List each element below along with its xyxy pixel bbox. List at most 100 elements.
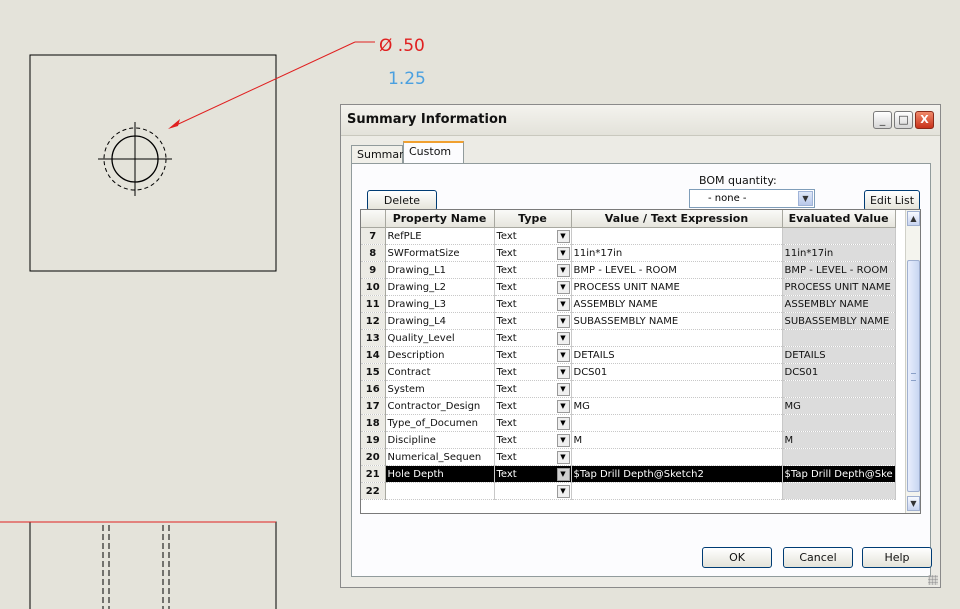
type-cell[interactable]: Text ▼ xyxy=(494,261,572,279)
property-name-cell[interactable]: Drawing_L3 xyxy=(385,295,495,313)
type-dropdown-arrow-icon[interactable]: ▼ xyxy=(556,264,570,277)
property-name-cell[interactable]: SWFormatSize xyxy=(385,244,495,262)
column-header-value[interactable]: Value / Text Expression xyxy=(571,210,783,228)
dialog-titlebar[interactable]: Summary Information _ □ X xyxy=(341,105,940,136)
type-dropdown-arrow-icon[interactable]: ▼ xyxy=(556,434,570,447)
table-row[interactable]: 13 Quality_Level Text ▼ xyxy=(361,329,896,347)
column-header-type[interactable]: Type xyxy=(494,210,572,228)
value-expression-cell[interactable]: 11in*17in xyxy=(571,244,783,262)
type-dropdown-arrow-icon[interactable]: ▼ xyxy=(556,298,570,311)
table-row[interactable]: 12 Drawing_L4 Text ▼ SUBASSEMBLY NAME SUBASSE… xyxy=(361,312,896,330)
property-name-cell[interactable]: Contractor_Design xyxy=(385,397,495,415)
ok-button[interactable]: OK xyxy=(702,547,772,568)
property-name-cell[interactable]: Hole Depth xyxy=(385,465,495,483)
depth-dimension[interactable]: 1.25 xyxy=(388,69,426,89)
type-dropdown-arrow-icon[interactable]: ▼ xyxy=(556,468,570,481)
type-dropdown-arrow-icon[interactable]: ▼ xyxy=(556,247,570,260)
scroll-down-arrow-icon[interactable]: ▼ xyxy=(907,496,920,511)
scroll-up-arrow-icon[interactable]: ▲ xyxy=(907,211,920,226)
type-dropdown-arrow-icon[interactable]: ▼ xyxy=(556,485,570,498)
property-name-cell[interactable]: System xyxy=(385,380,495,398)
property-name-cell[interactable]: Drawing_L1 xyxy=(385,261,495,279)
table-row[interactable]: 22 ▼ xyxy=(361,482,896,500)
table-row[interactable]: 21 Hole Depth Text ▼ $Tap Drill Depth@Sketch… xyxy=(361,465,896,483)
value-expression-cell[interactable] xyxy=(571,482,783,500)
property-name-cell[interactable]: Description xyxy=(385,346,495,364)
value-expression-cell[interactable]: ASSEMBLY NAME xyxy=(571,295,783,313)
value-expression-cell[interactable]: MG xyxy=(571,397,783,415)
table-row[interactable]: 9 Drawing_L1 Text ▼ BMP - LEVEL - ROOM BMP - … xyxy=(361,261,896,279)
type-cell[interactable]: ▼ xyxy=(494,482,572,500)
table-row[interactable]: 11 Drawing_L3 Text ▼ ASSEMBLY NAME ASSEMBLY N… xyxy=(361,295,896,313)
type-dropdown-arrow-icon[interactable]: ▼ xyxy=(556,451,570,464)
property-name-cell[interactable]: Type_of_Documen xyxy=(385,414,495,432)
chevron-down-icon[interactable]: ▼ xyxy=(798,191,813,206)
diameter-dimension[interactable]: Ø .50 xyxy=(379,36,425,56)
type-cell[interactable]: Text ▼ xyxy=(494,295,572,313)
scrollbar-thumb[interactable] xyxy=(907,260,920,492)
type-cell[interactable]: Text ▼ xyxy=(494,431,572,449)
type-cell[interactable]: Text ▼ xyxy=(494,278,572,296)
vertical-scrollbar[interactable]: ▲ ▼ xyxy=(905,210,920,513)
type-dropdown-arrow-icon[interactable]: ▼ xyxy=(556,315,570,328)
resize-grip-icon[interactable] xyxy=(928,575,938,585)
value-expression-cell[interactable] xyxy=(571,414,783,432)
table-row[interactable]: 20 Numerical_Sequen Text ▼ xyxy=(361,448,896,466)
table-row[interactable]: 18 Type_of_Documen Text ▼ xyxy=(361,414,896,432)
table-row[interactable]: 8 SWFormatSize Text ▼ 11in*17in 11in*17in xyxy=(361,244,896,262)
value-expression-cell[interactable]: $Tap Drill Depth@Sketch2 xyxy=(571,465,783,483)
type-cell[interactable]: Text ▼ xyxy=(494,244,572,262)
value-expression-cell[interactable]: SUBASSEMBLY NAME xyxy=(571,312,783,330)
value-expression-cell[interactable] xyxy=(571,329,783,347)
type-dropdown-arrow-icon[interactable]: ▼ xyxy=(556,366,570,379)
property-name-cell[interactable] xyxy=(385,482,495,500)
value-expression-cell[interactable] xyxy=(571,227,783,245)
bom-quantity-select[interactable]: - none - ▼ xyxy=(689,189,815,208)
type-dropdown-arrow-icon[interactable]: ▼ xyxy=(556,281,570,294)
type-dropdown-arrow-icon[interactable]: ▼ xyxy=(556,332,570,345)
type-cell[interactable]: Text ▼ xyxy=(494,448,572,466)
property-name-cell[interactable]: Contract xyxy=(385,363,495,381)
value-expression-cell[interactable] xyxy=(571,380,783,398)
property-name-cell[interactable]: Drawing_L2 xyxy=(385,278,495,296)
value-expression-cell[interactable]: DETAILS xyxy=(571,346,783,364)
value-expression-cell[interactable]: DCS01 xyxy=(571,363,783,381)
type-cell[interactable]: Text ▼ xyxy=(494,363,572,381)
value-expression-cell[interactable]: M xyxy=(571,431,783,449)
help-button[interactable]: Help xyxy=(862,547,932,568)
type-dropdown-arrow-icon[interactable]: ▼ xyxy=(556,349,570,362)
type-cell[interactable]: Text ▼ xyxy=(494,414,572,432)
table-row[interactable]: 19 Discipline Text ▼ M M xyxy=(361,431,896,449)
value-expression-cell[interactable] xyxy=(571,448,783,466)
delete-button[interactable]: Delete xyxy=(367,190,437,211)
type-cell[interactable]: Text ▼ xyxy=(494,397,572,415)
property-name-cell[interactable]: Numerical_Sequen xyxy=(385,448,495,466)
close-button[interactable]: X xyxy=(915,111,934,129)
type-cell[interactable]: Text ▼ xyxy=(494,227,572,245)
type-dropdown-arrow-icon[interactable]: ▼ xyxy=(556,417,570,430)
type-cell[interactable]: Text ▼ xyxy=(494,312,572,330)
type-cell[interactable]: Text ▼ xyxy=(494,465,572,483)
cancel-button[interactable]: Cancel xyxy=(783,547,853,568)
column-header-property-name[interactable]: Property Name xyxy=(385,210,495,228)
edit-list-button[interactable]: Edit List xyxy=(864,190,920,211)
tab-summary[interactable]: Summary xyxy=(351,145,410,163)
type-cell[interactable]: Text ▼ xyxy=(494,346,572,364)
table-row[interactable]: 14 Description Text ▼ DETAILS DETAILS xyxy=(361,346,896,364)
table-row[interactable]: 17 Contractor_Design Text ▼ MG MG xyxy=(361,397,896,415)
value-expression-cell[interactable]: BMP - LEVEL - ROOM xyxy=(571,261,783,279)
table-row[interactable]: 15 Contract Text ▼ DCS01 DCS01 xyxy=(361,363,896,381)
type-dropdown-arrow-icon[interactable]: ▼ xyxy=(556,383,570,396)
property-name-cell[interactable]: Drawing_L4 xyxy=(385,312,495,330)
type-cell[interactable]: Text ▼ xyxy=(494,380,572,398)
table-row[interactable]: 10 Drawing_L2 Text ▼ PROCESS UNIT NAME PROCES… xyxy=(361,278,896,296)
table-row[interactable]: 7 RefPLE Text ▼ xyxy=(361,227,896,245)
type-dropdown-arrow-icon[interactable]: ▼ xyxy=(556,230,570,243)
property-name-cell[interactable]: RefPLE xyxy=(385,227,495,245)
minimize-button[interactable]: _ xyxy=(873,111,892,129)
tab-custom[interactable]: Custom xyxy=(403,141,464,163)
column-header-evaluated[interactable]: Evaluated Value xyxy=(782,210,896,228)
value-expression-cell[interactable]: PROCESS UNIT NAME xyxy=(571,278,783,296)
property-name-cell[interactable]: Discipline xyxy=(385,431,495,449)
maximize-button[interactable]: □ xyxy=(894,111,913,129)
